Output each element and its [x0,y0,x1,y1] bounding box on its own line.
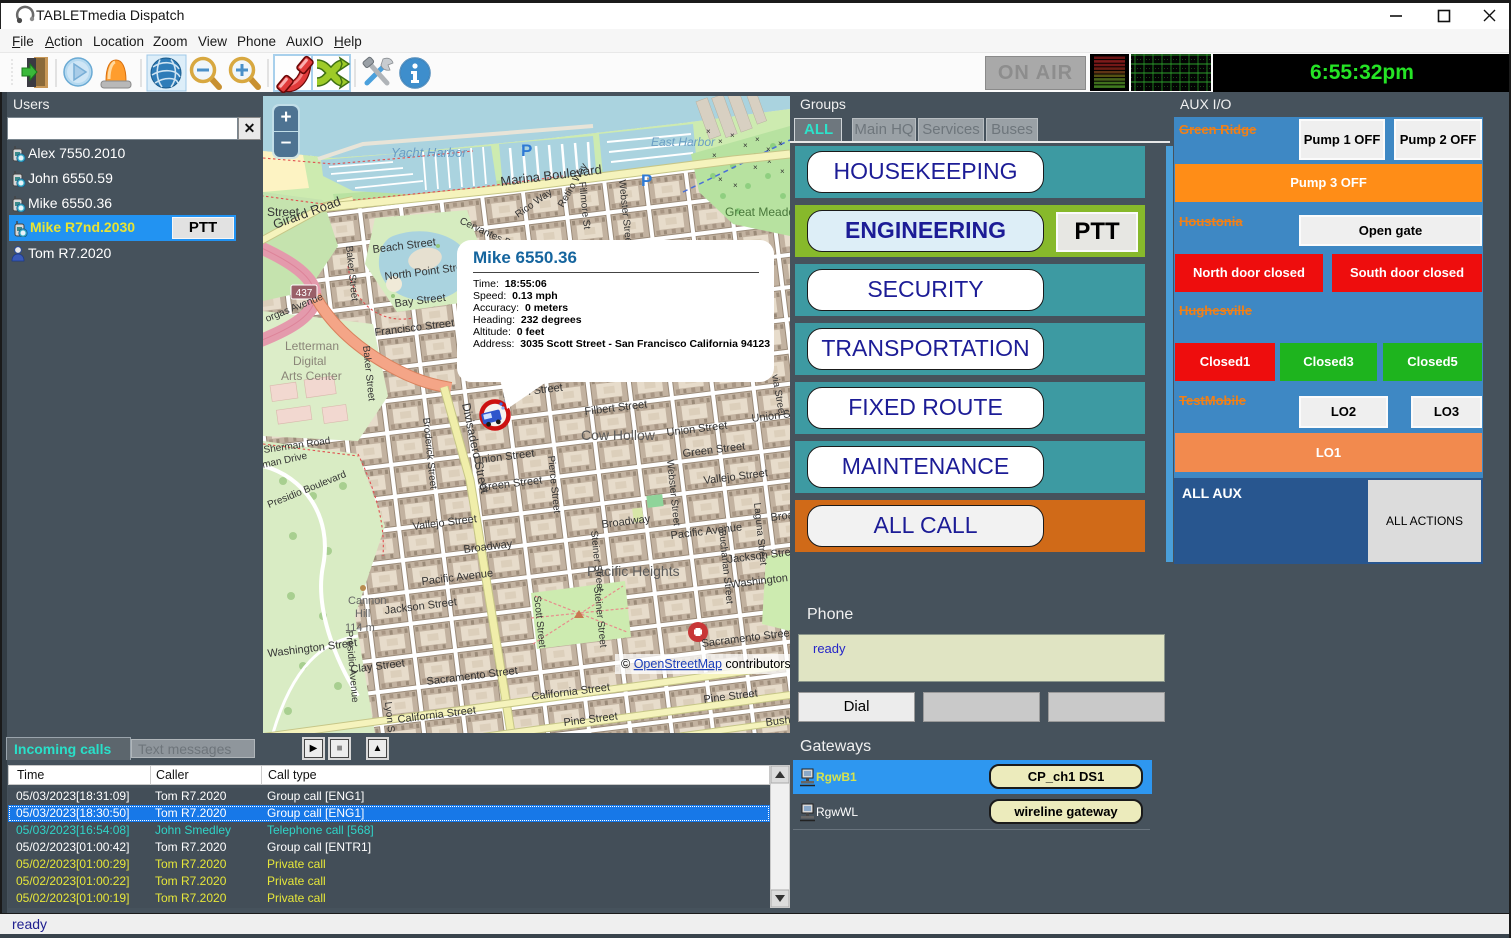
svg-text:Hill: Hill [355,608,370,620]
svg-text:East Harbor: East Harbor [651,135,716,149]
svg-text:×: × [743,141,748,150]
svg-text:Cow Hollow: Cow Hollow [581,427,656,443]
svg-text:Digital: Digital [293,354,326,368]
svg-text:Yacht Harbor: Yacht Harbor [391,145,467,160]
svg-text:Broad: Broad [770,508,790,523]
svg-text:© OpenStreetMap contributors: © OpenStreetMap contributors [621,657,790,671]
svg-text:Letterman: Letterman [285,339,339,353]
svg-text:×: × [778,139,783,148]
svg-text:Cannon: Cannon [348,595,387,607]
svg-text:×: × [718,137,723,146]
svg-text:×: × [730,131,735,140]
svg-text:P: P [521,141,532,160]
svg-text:Arts Center: Arts Center [281,369,342,383]
svg-text:×: × [718,175,723,184]
svg-text:114 m: 114 m [345,622,375,634]
svg-text:P: P [641,171,652,190]
svg-text:×: × [755,135,760,144]
svg-text:×: × [780,167,785,176]
svg-text:Street: Street [267,205,300,219]
svg-text:×: × [753,163,758,172]
svg-text:Great Meadow: Great Meadow [725,205,790,219]
svg-text:×: × [733,181,738,190]
